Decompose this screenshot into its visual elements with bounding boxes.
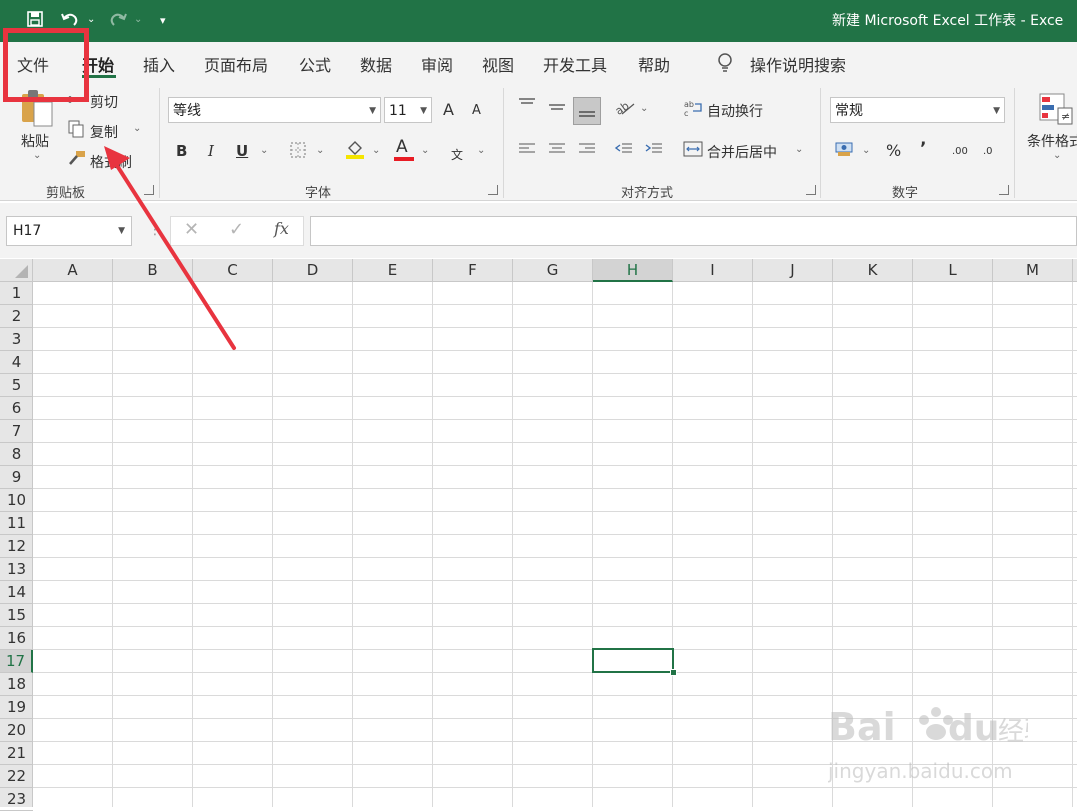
baidu-watermark-logo: Bai du 经验 jingyan.baidu.com bbox=[828, 705, 1028, 783]
svg-text:du: du bbox=[948, 708, 999, 749]
svg-text:经验: 经验 bbox=[998, 717, 1028, 747]
svg-text:jingyan.baidu.com: jingyan.baidu.com bbox=[828, 759, 1013, 783]
annotation-arrow bbox=[104, 146, 236, 350]
svg-text:Bai: Bai bbox=[828, 705, 896, 749]
